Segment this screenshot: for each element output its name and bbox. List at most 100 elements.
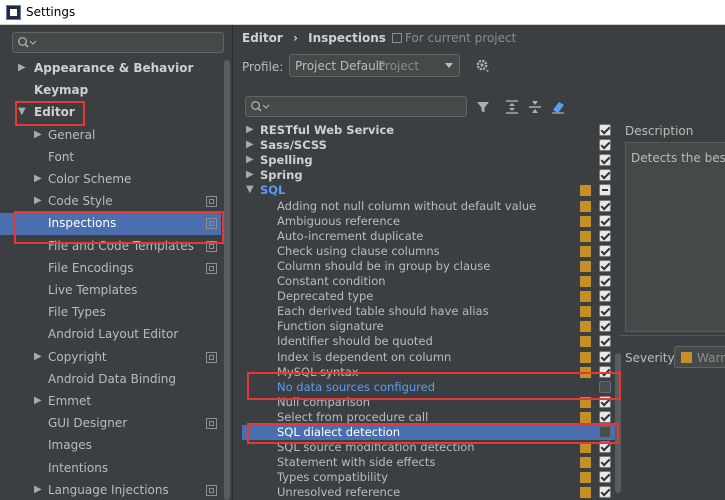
inspection-enabled-checkbox[interactable] (599, 365, 611, 378)
inspection-enabled-checkbox[interactable] (599, 380, 611, 393)
settings-tree-item[interactable]: Live Templates (0, 280, 221, 302)
settings-tree-item[interactable]: File and Code Templates (0, 236, 221, 258)
inspections-search-input[interactable] (245, 96, 467, 117)
inspection-row[interactable]: Constant condition (242, 274, 620, 289)
severity-dropdown[interactable]: Warni (674, 346, 725, 368)
settings-tree-item[interactable]: ▶ Code Style (0, 191, 221, 213)
inspection-group-row[interactable]: ▶ Spelling (242, 153, 620, 168)
inspection-row[interactable]: Statement with side effects (242, 455, 620, 470)
collapsed-arrow-icon[interactable]: ▶ (34, 129, 44, 140)
inspection-row[interactable]: Adding not null column without default v… (242, 199, 620, 214)
filter-icon[interactable] (475, 99, 491, 115)
inspection-row[interactable]: Column should be in group by clause (242, 259, 620, 274)
collapsed-arrow-icon[interactable]: ▶ (34, 195, 44, 206)
collapsed-arrow-icon[interactable]: ▶ (246, 154, 254, 165)
profile-dropdown[interactable]: Project Default Project (289, 54, 460, 77)
inspection-row[interactable]: MySQL syntax (242, 365, 620, 380)
inspection-row[interactable]: No data sources configured (242, 380, 620, 395)
inspection-enabled-checkbox[interactable] (599, 290, 611, 303)
settings-tree-item[interactable]: Android Data Binding (0, 369, 221, 391)
inspection-enabled-checkbox[interactable] (599, 441, 611, 454)
inspection-enabled-checkbox[interactable] (599, 259, 611, 272)
settings-tree-item[interactable]: ▶ Emmet (0, 391, 221, 413)
inspection-row[interactable]: SQL dialect detection (242, 425, 620, 440)
scrollbar-thumb[interactable] (224, 60, 230, 500)
settings-tree-item[interactable]: Inspections (0, 213, 221, 236)
settings-tree-item[interactable]: ▶ Color Scheme (0, 169, 221, 191)
settings-tree-item[interactable]: ▼ Editor (0, 102, 221, 124)
inspection-row[interactable]: Deprecated type (242, 289, 620, 304)
inspection-row[interactable]: Select from procedure call (242, 410, 620, 425)
inspection-enabled-checkbox[interactable] (599, 229, 611, 242)
settings-tree-item[interactable]: Keymap (0, 80, 221, 102)
inspection-enabled-checkbox[interactable] (599, 335, 611, 348)
settings-tree-item[interactable]: ▶ Appearance & Behavior (0, 58, 221, 80)
inspection-enabled-checkbox[interactable] (599, 395, 611, 408)
inspection-enabled-checkbox[interactable] (599, 184, 611, 197)
collapsed-arrow-icon[interactable]: ▶ (246, 124, 254, 135)
collapsed-arrow-icon[interactable]: ▶ (34, 351, 44, 362)
collapse-all-icon[interactable] (527, 99, 543, 115)
inspection-row[interactable]: Ambiguous reference (242, 214, 620, 229)
collapsed-arrow-icon[interactable]: ▶ (246, 169, 254, 180)
inspection-enabled-checkbox[interactable] (599, 350, 611, 363)
collapsed-arrow-icon[interactable]: ▶ (34, 173, 44, 184)
settings-tree-item[interactable]: Images (0, 435, 221, 457)
inspection-row[interactable]: Types compatibility (242, 470, 620, 485)
inspection-enabled-checkbox[interactable] (599, 199, 611, 212)
inspection-enabled-checkbox[interactable] (599, 486, 611, 499)
collapsed-arrow-icon[interactable]: ▶ (34, 484, 44, 495)
expand-all-icon[interactable] (504, 99, 520, 115)
settings-tree-item[interactable]: File Types (0, 302, 221, 324)
collapsed-arrow-icon[interactable]: ▶ (34, 395, 44, 406)
inspection-group-row[interactable]: ▼ SQL (242, 183, 620, 198)
inspections-scrollbar[interactable] (614, 123, 622, 500)
settings-tree-item[interactable]: Font (0, 147, 221, 169)
inspection-enabled-checkbox[interactable] (599, 320, 611, 333)
inspection-group-row[interactable]: ▶ RESTful Web Service (242, 123, 620, 138)
scrollbar-thumb[interactable] (615, 353, 621, 493)
breadcrumb-inspections: Inspections (308, 31, 386, 45)
inspection-row[interactable]: Identifier should be quoted (242, 334, 620, 349)
inspection-row[interactable]: Each derived table should have alias (242, 304, 620, 319)
inspection-enabled-checkbox[interactable] (599, 275, 611, 287)
gear-icon[interactable] (474, 57, 490, 73)
severity-value: Warni (697, 351, 725, 365)
settings-tree-item[interactable]: ▶ Language Injections (0, 480, 221, 500)
inspection-enabled-checkbox[interactable] (599, 456, 611, 469)
collapsed-arrow-icon[interactable]: ▶ (18, 62, 28, 73)
inspection-enabled-checkbox[interactable] (599, 139, 611, 152)
inspection-enabled-checkbox[interactable] (599, 244, 611, 257)
settings-tree-item[interactable]: Intentions (0, 458, 221, 480)
inspection-enabled-checkbox[interactable] (599, 154, 611, 167)
expanded-arrow-icon[interactable]: ▼ (18, 106, 28, 117)
inspection-row[interactable]: Unresolved reference (242, 485, 620, 500)
settings-tree-item[interactable]: Android Layout Editor (0, 324, 221, 346)
settings-tree-item[interactable]: ▶ Copyright (0, 347, 221, 369)
inspection-row[interactable]: Index is dependent on column (242, 350, 620, 365)
inspection-enabled-checkbox[interactable] (599, 214, 611, 227)
inspection-enabled-checkbox[interactable] (599, 124, 611, 136)
inspection-row[interactable]: SQL source modification detection (242, 440, 620, 455)
settings-tree-item[interactable]: File Encodings (0, 258, 221, 280)
inspection-row[interactable]: Function signature (242, 319, 620, 334)
inspection-group-row[interactable]: ▶ Sass/SCSS (242, 138, 620, 153)
collapsed-arrow-icon[interactable]: ▶ (246, 139, 254, 150)
settings-tree-item-label: Intentions (48, 460, 109, 475)
inspection-enabled-checkbox[interactable] (599, 305, 611, 318)
inspection-enabled-checkbox[interactable] (599, 471, 611, 484)
expanded-arrow-icon[interactable]: ▼ (246, 184, 254, 195)
inspection-group-row[interactable]: ▶ Spring (242, 168, 620, 183)
settings-tree-item[interactable]: ▶ General (0, 125, 221, 147)
inspection-row[interactable]: Null comparison (242, 395, 620, 410)
settings-search-input[interactable] (12, 32, 224, 53)
inspection-enabled-checkbox[interactable] (599, 410, 611, 423)
inspection-row[interactable]: Auto-increment duplicate (242, 229, 620, 244)
settings-tree-item-label: Appearance & Behavior (34, 61, 194, 75)
reset-to-default-icon[interactable] (550, 99, 566, 115)
inspection-row[interactable]: Check using clause columns (242, 244, 620, 259)
settings-tree-scrollbar[interactable] (223, 54, 231, 500)
inspection-enabled-checkbox[interactable] (599, 426, 611, 438)
settings-tree-item[interactable]: GUI Designer (0, 413, 221, 435)
inspection-enabled-checkbox[interactable] (599, 169, 611, 182)
